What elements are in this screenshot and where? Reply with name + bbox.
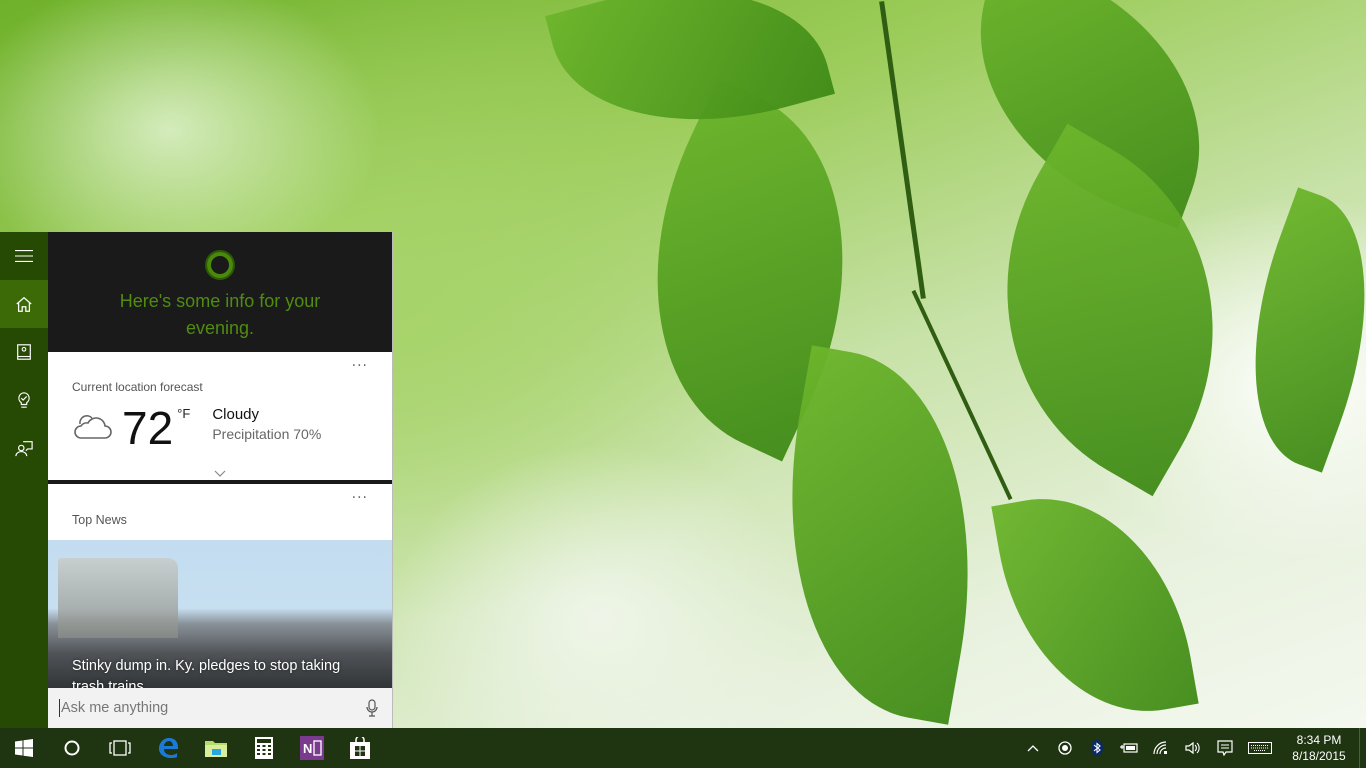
show-desktop-button[interactable]	[1359, 728, 1366, 768]
cortana-orb-icon	[207, 252, 233, 278]
news-headline[interactable]: Stinky dump in. Ky. pledges to stop taki…	[72, 656, 372, 692]
news-card[interactable]: ··· Top News Stinky dump in. Ky. pledges…	[48, 484, 392, 692]
file-explorer-taskbar-button[interactable]	[192, 728, 240, 768]
onenote-taskbar-button[interactable]: N	[288, 728, 336, 768]
volume-icon	[1185, 741, 1200, 755]
folder-icon	[205, 741, 227, 757]
greeting-header: Here's some info for your evening.	[48, 232, 392, 352]
temperature-value: 72	[122, 402, 174, 454]
volume-tray-button[interactable]	[1177, 728, 1209, 768]
lightbulb-icon	[18, 392, 30, 408]
home-button[interactable]	[0, 280, 48, 328]
ask-me-anything-input[interactable]	[59, 699, 353, 717]
cloud-icon	[74, 414, 112, 439]
show-hidden-icons-button[interactable]	[1017, 728, 1049, 768]
taskbar: N 8:34 PM 8/18/2015	[0, 728, 1366, 768]
clock-date: 8/18/2015	[1292, 749, 1346, 763]
edge-taskbar-button[interactable]	[144, 728, 192, 768]
hamburger-menu-button[interactable]	[0, 232, 48, 280]
reminders-button[interactable]	[0, 376, 48, 424]
temperature-unit: °F	[177, 406, 191, 421]
news-card-label: Top News	[72, 513, 127, 527]
svg-text:N: N	[303, 741, 312, 756]
action-center-icon	[1217, 740, 1233, 756]
bluetooth-icon	[1091, 740, 1103, 756]
chevron-down-icon[interactable]	[214, 470, 226, 478]
touch-keyboard-button[interactable]	[1241, 728, 1279, 768]
battery-tray-button[interactable]	[1113, 728, 1145, 768]
task-view-button[interactable]	[96, 728, 144, 768]
weather-card-label: Current location forecast	[72, 380, 203, 394]
edge-icon	[159, 738, 178, 758]
onenote-icon: N	[300, 736, 324, 760]
store-icon	[350, 737, 370, 759]
news-more-button[interactable]: ···	[352, 490, 368, 506]
clock-button[interactable]: 8:34 PM 8/18/2015	[1279, 732, 1359, 764]
cortana-nav-rail	[0, 232, 48, 728]
record-tray-button[interactable]	[1049, 728, 1081, 768]
start-button[interactable]	[0, 728, 48, 768]
wifi-icon	[1153, 741, 1167, 755]
action-center-button[interactable]	[1209, 728, 1241, 768]
calculator-taskbar-button[interactable]	[240, 728, 288, 768]
network-tray-button[interactable]	[1145, 728, 1177, 768]
cortana-button[interactable]	[48, 728, 96, 768]
hamburger-icon	[15, 250, 33, 262]
cortana-panel: Here's some info for your evening. ··· C…	[0, 232, 393, 728]
chevron-up-icon	[1027, 745, 1039, 752]
battery-icon	[1120, 743, 1138, 753]
cortana-home: Here's some info for your evening. ··· C…	[48, 232, 393, 728]
windows-logo-icon	[15, 739, 33, 757]
notebook-button[interactable]	[0, 328, 48, 376]
system-tray: 8:34 PM 8/18/2015	[1017, 728, 1366, 768]
microphone-icon[interactable]	[366, 699, 378, 717]
bluetooth-tray-button[interactable]	[1081, 728, 1113, 768]
cortana-circle-icon	[64, 740, 80, 756]
keyboard-icon	[1248, 742, 1272, 754]
task-view-icon	[109, 740, 131, 756]
bulldozer-image	[58, 558, 178, 638]
home-icon	[16, 296, 32, 312]
calculator-icon	[255, 737, 273, 759]
feedback-icon	[15, 441, 33, 457]
notebook-icon	[17, 344, 31, 360]
precipitation-value: Precipitation 70%	[212, 426, 322, 442]
store-taskbar-button[interactable]	[336, 728, 384, 768]
news-image[interactable]: Stinky dump in. Ky. pledges to stop taki…	[48, 540, 392, 692]
weather-condition: Cloudy	[212, 406, 260, 423]
feedback-button[interactable]	[0, 424, 48, 472]
record-icon	[1058, 741, 1072, 755]
search-box[interactable]	[48, 688, 392, 728]
weather-more-button[interactable]: ···	[352, 358, 368, 374]
weather-card[interactable]: ··· Current location forecast 72 °F Clou…	[48, 352, 392, 484]
clock-time: 8:34 PM	[1296, 733, 1342, 747]
